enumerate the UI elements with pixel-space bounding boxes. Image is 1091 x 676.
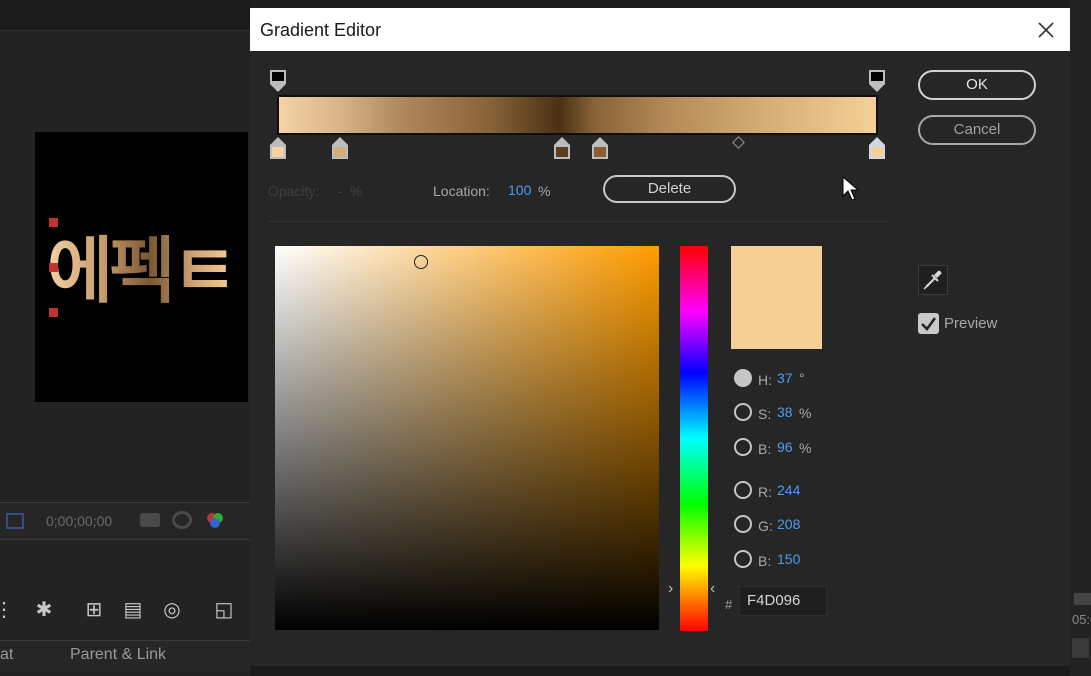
- divider: [268, 221, 888, 222]
- location-value[interactable]: 100: [508, 182, 531, 198]
- location-unit: %: [538, 183, 551, 199]
- frame-blending-icon[interactable]: ▤: [121, 598, 145, 622]
- checkmark-icon: [921, 317, 937, 331]
- blue-label: B:: [758, 553, 772, 569]
- delete-button[interactable]: Delete: [603, 175, 736, 203]
- region-of-interest-icon[interactable]: [6, 513, 24, 529]
- menu-icon[interactable]: ⋮: [0, 598, 16, 622]
- h-value[interactable]: 37: [777, 370, 793, 386]
- g-radio[interactable]: [734, 515, 752, 533]
- timeline-toolbar: ⋮ ✱ ⊞ ▤ ◎ ◱: [0, 592, 250, 632]
- viewer-footer-bar: 0;00;00;00: [0, 502, 250, 540]
- opacity-unit: %: [350, 183, 363, 199]
- draft-3d-icon[interactable]: ✱: [32, 598, 56, 622]
- color-stop[interactable]: [331, 136, 349, 160]
- transform-handle[interactable]: [49, 263, 58, 272]
- snapshot-icon[interactable]: [140, 513, 160, 527]
- gradient-editor-dialog: Gradient Editor Opacity: - % Location: 1…: [250, 8, 1070, 666]
- background-bottom-strip: [250, 666, 1070, 676]
- blue-value[interactable]: 150: [777, 551, 800, 567]
- transform-handle[interactable]: [49, 218, 58, 227]
- gradient-midpoint[interactable]: [732, 136, 745, 149]
- current-color-swatch: [731, 246, 822, 349]
- preview-checkbox[interactable]: [918, 313, 939, 334]
- close-icon: [1038, 22, 1054, 38]
- blue-radio[interactable]: [734, 550, 752, 568]
- composition-viewer[interactable]: 에펙ㅌ: [35, 132, 248, 402]
- hue-slider[interactable]: [680, 246, 708, 631]
- channel-icon[interactable]: [205, 511, 225, 529]
- g-label: G:: [758, 518, 773, 534]
- timecode[interactable]: 0;00;00;00: [46, 513, 112, 529]
- dialog-title: Gradient Editor: [260, 20, 382, 40]
- background-tabbar: [0, 0, 250, 31]
- color-stop-selected[interactable]: [868, 136, 886, 160]
- saturation-brightness-field[interactable]: [275, 246, 659, 630]
- s-unit: %: [799, 405, 812, 421]
- shy-layers-icon[interactable]: ⊞: [82, 598, 106, 622]
- location-label: Location:: [433, 183, 490, 199]
- hex-input[interactable]: F4D096: [739, 586, 827, 616]
- h-radio[interactable]: [734, 369, 752, 387]
- s-label: S:: [758, 406, 772, 422]
- show-snapshot-icon[interactable]: [172, 511, 192, 529]
- time-ruler-label: 05:0: [1072, 612, 1091, 627]
- graph-editor-icon[interactable]: ◱: [212, 598, 236, 622]
- b-radio[interactable]: [734, 438, 752, 456]
- column-header-partial: at: [0, 646, 14, 663]
- timeline-column-header: at Parent & Link: [0, 640, 250, 671]
- hue-slider-arrow-right[interactable]: ‹: [710, 580, 715, 598]
- panel-control[interactable]: [1072, 638, 1089, 658]
- eyedropper-button[interactable]: [918, 265, 948, 295]
- background-right-panel: 05:0: [1070, 0, 1091, 676]
- r-label: R:: [758, 484, 772, 500]
- g-value[interactable]: 208: [777, 516, 800, 532]
- s-radio[interactable]: [734, 403, 752, 421]
- r-radio[interactable]: [734, 481, 752, 499]
- mouse-cursor-icon: [842, 175, 862, 209]
- h-unit: °: [799, 370, 805, 386]
- r-value[interactable]: 244: [777, 482, 800, 498]
- s-value[interactable]: 38: [777, 404, 793, 420]
- transform-handle[interactable]: [49, 308, 58, 317]
- opacity-stop[interactable]: [868, 69, 886, 93]
- ok-button[interactable]: OK: [918, 70, 1036, 100]
- color-stop[interactable]: [553, 136, 571, 160]
- b-unit: %: [799, 440, 812, 456]
- dialog-titlebar: Gradient Editor: [250, 8, 1070, 51]
- preview-label: Preview: [944, 315, 998, 332]
- eyedropper-icon: [923, 270, 942, 290]
- h-label: H:: [758, 372, 772, 388]
- opacity-stop[interactable]: [269, 69, 287, 93]
- color-stop[interactable]: [269, 136, 287, 160]
- hue-slider-arrow-left[interactable]: ›: [668, 580, 673, 598]
- opacity-label: Opacity:: [268, 183, 320, 199]
- close-button[interactable]: [1030, 14, 1062, 46]
- hex-prefix: #: [725, 597, 733, 612]
- column-header-parent-link[interactable]: Parent & Link: [70, 646, 166, 664]
- color-field-marker[interactable]: [414, 255, 428, 269]
- cancel-button[interactable]: Cancel: [918, 115, 1036, 145]
- motion-blur-icon[interactable]: ◎: [160, 598, 184, 622]
- panel-control[interactable]: [1074, 593, 1091, 605]
- color-stop[interactable]: [591, 136, 609, 160]
- gradient-preview-bar[interactable]: [277, 95, 878, 135]
- opacity-value[interactable]: -: [337, 183, 342, 199]
- composition-text-layer: 에펙ㅌ: [47, 212, 238, 317]
- b-label: B:: [758, 441, 772, 457]
- b-value[interactable]: 96: [777, 439, 793, 455]
